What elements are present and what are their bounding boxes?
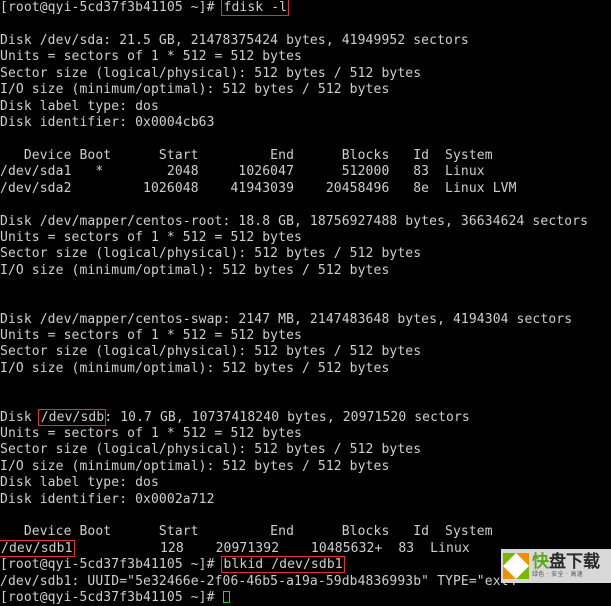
- terminal-text: 128 20971392 10485632+ 83 Linux: [72, 541, 470, 556]
- highlight-box: fdisk -l: [220, 0, 290, 16]
- terminal-text: Units = sectors of 1 * 512 = 512 bytes: [0, 49, 302, 64]
- highlight-box: /dev/sdb: [37, 409, 107, 426]
- terminal-line: Disk /dev/mapper/centos-root: 18.8 GB, 1…: [0, 214, 588, 230]
- terminal-text: Device Boot Start End Blocks Id System: [0, 524, 493, 539]
- terminal-line: Sector size (logical/physical): 512 byte…: [0, 66, 421, 82]
- terminal-line: I/O size (minimum/optimal): 512 bytes / …: [0, 459, 389, 475]
- terminal-text: [root@qyi-5cd37f3b41105 ~]#: [0, 557, 223, 572]
- text-cursor: [222, 591, 230, 603]
- terminal-line: /dev/sda2 1026048 41943039 20458496 8e L…: [0, 181, 517, 197]
- terminal-line: Device Boot Start End Blocks Id System: [0, 524, 493, 540]
- terminal-line: Disk /dev/sda: 21.5 GB, 21478375424 byte…: [0, 33, 469, 49]
- terminal-text: Units = sectors of 1 * 512 = 512 bytes: [0, 328, 302, 343]
- terminal-line: [root@qyi-5cd37f3b41105 ~]#: [0, 590, 230, 606]
- terminal-line: Disk label type: dos: [0, 99, 159, 115]
- terminal-text: Disk: [0, 410, 40, 425]
- terminal-line: Disk /dev/mapper/centos-swap: 2147 MB, 2…: [0, 312, 572, 328]
- terminal-text: I/O size (minimum/optimal): 512 bytes / …: [0, 263, 390, 278]
- terminal-line: Disk identifier: 0x0004cb63: [0, 115, 215, 131]
- terminal-text: I/O size (minimum/optimal): 512 bytes / …: [0, 82, 390, 97]
- terminal-text: Sector size (logical/physical): 512 byte…: [0, 442, 422, 457]
- terminal-text: /dev/sdb1: UUID="5e32466e-2f06-46b5-a19a…: [0, 574, 517, 589]
- terminal-line: I/O size (minimum/optimal): 512 bytes / …: [0, 263, 389, 279]
- terminal-line: Units = sectors of 1 * 512 = 512 bytes: [0, 49, 302, 65]
- terminal-window[interactable]: [root@qyi-5cd37f3b41105 ~]# fdisk -l Disk…: [0, 0, 611, 605]
- terminal-line: Units = sectors of 1 * 512 = 512 bytes: [0, 328, 302, 344]
- terminal-text: Disk label type: dos: [0, 99, 159, 114]
- terminal-text: Disk /dev/sda: 21.5 GB, 21478375424 byte…: [0, 33, 469, 48]
- terminal-text: Sector size (logical/physical): 512 byte…: [0, 246, 422, 261]
- terminal-text: Units = sectors of 1 * 512 = 512 bytes: [0, 426, 302, 441]
- terminal-text: /dev/sda2 1026048 41943039 20458496 8e L…: [0, 181, 517, 196]
- terminal-text: Disk identifier: 0x0004cb63: [0, 115, 215, 130]
- terminal-text: I/O size (minimum/optimal): 512 bytes / …: [0, 459, 390, 474]
- terminal-line: Sector size (logical/physical): 512 byte…: [0, 442, 421, 458]
- highlight-box: blkid /dev/sdb1: [220, 556, 345, 573]
- terminal-text: Disk label type: dos: [0, 475, 159, 490]
- terminal-line: [root@qyi-5cd37f3b41105 ~]# blkid /dev/s…: [0, 556, 345, 573]
- watermark-title-green: 快: [532, 552, 549, 572]
- terminal-line: /dev/sda1 * 2048 1026047 512000 83 Linux: [0, 164, 485, 180]
- terminal-text: I/O size (minimum/optimal): 512 bytes / …: [0, 361, 390, 376]
- terminal-text: Sector size (logical/physical): 512 byte…: [0, 66, 422, 81]
- terminal-text: /dev/sda1 * 2048 1026047 512000 83 Linux: [0, 164, 485, 179]
- terminal-line: Disk identifier: 0x0002a712: [0, 492, 215, 508]
- terminal-line: Device Boot Start End Blocks Id System: [0, 148, 493, 164]
- terminal-line: /dev/sdb1 128 20971392 10485632+ 83 Linu…: [0, 540, 470, 557]
- terminal-line: I/O size (minimum/optimal): 512 bytes / …: [0, 82, 389, 98]
- terminal-text: Disk identifier: 0x0002a712: [0, 492, 215, 507]
- terminal-line: [root@qyi-5cd37f3b41105 ~]# fdisk -l: [0, 0, 290, 16]
- terminal-line: Units = sectors of 1 * 512 = 512 bytes: [0, 230, 302, 246]
- watermark-logo-icon: [503, 553, 529, 579]
- terminal-line: I/O size (minimum/optimal): 512 bytes / …: [0, 361, 389, 377]
- terminal-line: Units = sectors of 1 * 512 = 512 bytes: [0, 426, 302, 442]
- terminal-text: [root@qyi-5cd37f3b41105 ~]#: [0, 0, 223, 15]
- terminal-line: /dev/sdb1: UUID="5e32466e-2f06-46b5-a19a…: [0, 574, 517, 590]
- terminal-text: Sector size (logical/physical): 512 byte…: [0, 344, 422, 359]
- terminal-text: : 10.7 GB, 10737418240 bytes, 20971520 s…: [104, 410, 470, 425]
- terminal-text: Disk /dev/mapper/centos-root: 18.8 GB, 1…: [0, 214, 589, 229]
- watermark-subtitle: 绿色 · 安全 · 高速: [532, 571, 584, 578]
- terminal-line: Disk /dev/sdb: 10.7 GB, 10737418240 byte…: [0, 409, 470, 426]
- site-watermark: 快盘下载 绿色 · 安全 · 高速: [501, 549, 611, 583]
- terminal-text: Units = sectors of 1 * 512 = 512 bytes: [0, 230, 302, 245]
- terminal-line: Sector size (logical/physical): 512 byte…: [0, 344, 421, 360]
- highlight-box: /dev/sdb1: [0, 540, 75, 557]
- watermark-title-dark: 盘下载: [549, 552, 600, 572]
- terminal-line: Disk label type: dos: [0, 475, 159, 491]
- terminal-text: Device Boot Start End Blocks Id System: [0, 148, 493, 163]
- terminal-text: Disk /dev/mapper/centos-swap: 2147 MB, 2…: [0, 312, 573, 327]
- terminal-line: Sector size (logical/physical): 512 byte…: [0, 246, 421, 262]
